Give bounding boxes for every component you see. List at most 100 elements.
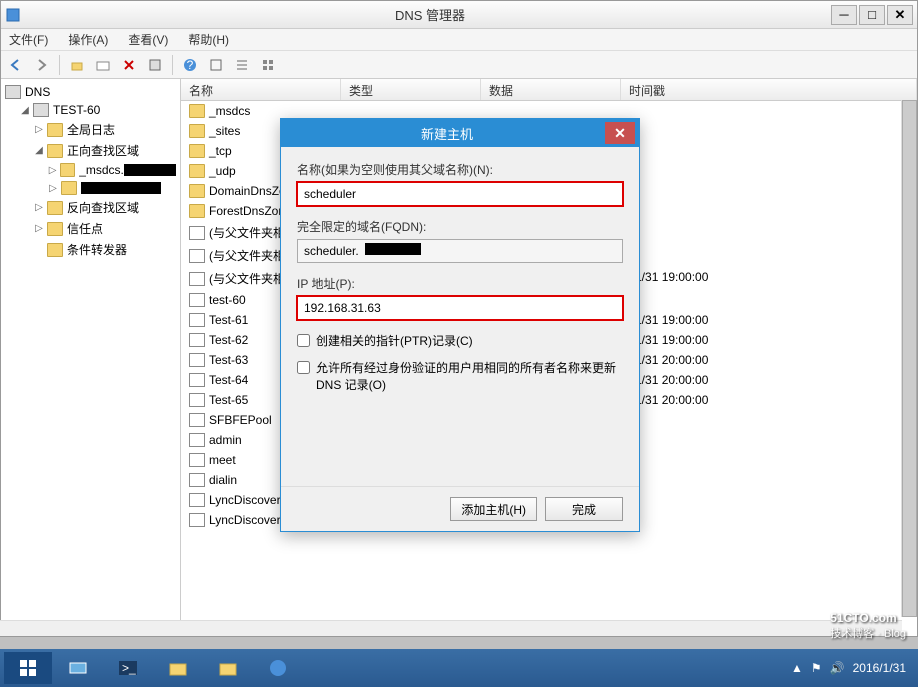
- task-explorer[interactable]: [154, 652, 202, 684]
- properties-button[interactable]: [144, 54, 166, 76]
- folder-icon: [47, 243, 63, 257]
- dialog-buttons: 添加主机(H) 完成: [281, 486, 639, 531]
- menu-file[interactable]: 文件(F): [5, 29, 52, 50]
- expand-icon[interactable]: ▷: [33, 124, 45, 136]
- fqdn-input: [297, 239, 623, 263]
- tree-conditional-forwarders[interactable]: 条件转发器: [5, 239, 176, 260]
- scrollbar-thumb[interactable]: [902, 100, 917, 617]
- name-input[interactable]: [297, 182, 623, 206]
- auth-checkbox[interactable]: [297, 361, 310, 374]
- folder-icon: [189, 204, 205, 218]
- dialog-title: 新建主机: [289, 124, 605, 143]
- column-data[interactable]: 数据: [481, 79, 621, 100]
- file-icon: [189, 413, 205, 427]
- dialog-titlebar[interactable]: 新建主机 ✕: [281, 119, 639, 147]
- tray-flag-icon[interactable]: ▲: [791, 661, 803, 675]
- menu-help[interactable]: 帮助(H): [184, 29, 233, 50]
- new-host-dialog: 新建主机 ✕ 名称(如果为空则使用其父域名称)(N): 完全限定的域名(FQDN…: [280, 118, 640, 532]
- ptr-checkbox[interactable]: [297, 334, 310, 347]
- window-title: DNS 管理器: [29, 5, 831, 24]
- add-host-button[interactable]: 添加主机(H): [450, 497, 537, 521]
- grid-button[interactable]: [257, 54, 279, 76]
- tree-panel[interactable]: DNS ◢ TEST-60 ▷ 全局日志 ◢ 正向查找区域 ▷ _msdcs.: [1, 79, 181, 636]
- file-icon: [189, 433, 205, 447]
- folder-icon: [189, 144, 205, 158]
- tree-trust-points[interactable]: ▷ 信任点: [5, 218, 176, 239]
- list-header: 名称 类型 数据 时间戳: [181, 79, 917, 101]
- start-button[interactable]: [4, 652, 52, 684]
- file-icon: [189, 272, 205, 286]
- folder-icon: [61, 181, 77, 195]
- file-icon: [189, 313, 205, 327]
- ip-input[interactable]: [297, 296, 623, 320]
- expand-icon[interactable]: ▷: [47, 182, 59, 194]
- horizontal-scrollbar[interactable]: [0, 620, 902, 636]
- dns-icon: [5, 85, 21, 99]
- ip-label: IP 地址(P):: [297, 275, 623, 292]
- task-explorer-2[interactable]: [204, 652, 252, 684]
- collapse-icon[interactable]: ◢: [33, 145, 45, 157]
- column-name[interactable]: 名称: [181, 79, 341, 100]
- column-timestamp[interactable]: 时间戳: [621, 79, 917, 100]
- tray-network-icon[interactable]: 🔊: [830, 661, 845, 675]
- back-button[interactable]: [5, 54, 27, 76]
- file-icon: [189, 453, 205, 467]
- forward-button[interactable]: [31, 54, 53, 76]
- expand-icon[interactable]: ▷: [33, 223, 45, 235]
- server-icon: [33, 103, 49, 117]
- refresh-button[interactable]: [205, 54, 227, 76]
- task-server-manager[interactable]: [54, 652, 102, 684]
- toolbar: ?: [1, 51, 917, 79]
- column-type[interactable]: 类型: [341, 79, 481, 100]
- dialog-close-button[interactable]: ✕: [605, 122, 635, 144]
- file-icon: [189, 353, 205, 367]
- file-icon: [189, 293, 205, 307]
- titlebar: DNS 管理器 ─ □ ✕: [1, 1, 917, 29]
- close-button[interactable]: ✕: [887, 5, 913, 25]
- folder-icon: [47, 201, 63, 215]
- folder-icon: [47, 123, 63, 137]
- taskbar: >_ ▲ ⚑ 🔊 2016/1/31: [0, 649, 918, 687]
- done-button[interactable]: 完成: [545, 497, 623, 521]
- delete-button[interactable]: [118, 54, 140, 76]
- help-button[interactable]: ?: [179, 54, 201, 76]
- menu-action[interactable]: 操作(A): [64, 29, 112, 50]
- tree-server[interactable]: ◢ TEST-60: [5, 101, 176, 119]
- folder-icon: [189, 104, 205, 118]
- system-tray[interactable]: ▲ ⚑ 🔊 2016/1/31: [791, 661, 914, 675]
- up-button[interactable]: [66, 54, 88, 76]
- redacted-text: [365, 243, 421, 255]
- folder-icon: [60, 163, 75, 177]
- folder-icon: [189, 164, 205, 178]
- tray-flag-icon[interactable]: ⚑: [811, 661, 822, 675]
- folder-button[interactable]: [92, 54, 114, 76]
- tree-forward-zones[interactable]: ◢ 正向查找区域: [5, 140, 176, 161]
- expand-icon[interactable]: ▷: [33, 202, 45, 214]
- folder-icon: [189, 124, 205, 138]
- expand-icon[interactable]: ▷: [47, 164, 58, 176]
- file-icon: [189, 513, 205, 527]
- task-powershell[interactable]: >_: [104, 652, 152, 684]
- minimize-button[interactable]: ─: [831, 5, 857, 25]
- file-icon: [189, 373, 205, 387]
- tree-root-dns[interactable]: DNS: [5, 83, 176, 101]
- menubar: 文件(F) 操作(A) 查看(V) 帮助(H): [1, 29, 917, 51]
- name-label: 名称(如果为空则使用其父域名称)(N):: [297, 161, 623, 178]
- vertical-scrollbar[interactable]: [901, 100, 917, 617]
- tree-global-logs[interactable]: ▷ 全局日志: [5, 119, 176, 140]
- maximize-button[interactable]: □: [859, 5, 885, 25]
- collapse-icon[interactable]: ◢: [19, 104, 31, 116]
- tray-clock[interactable]: 2016/1/31: [853, 661, 906, 675]
- menu-view[interactable]: 查看(V): [124, 29, 172, 50]
- redacted-text: [124, 164, 176, 176]
- list-button[interactable]: [231, 54, 253, 76]
- svg-text:?: ?: [187, 58, 194, 72]
- file-icon: [189, 333, 205, 347]
- file-icon: [189, 393, 205, 407]
- tree-msdcs[interactable]: ▷ _msdcs.: [5, 161, 176, 179]
- tree-reverse-zones[interactable]: ▷ 反向查找区域: [5, 197, 176, 218]
- tree-domain-redacted[interactable]: ▷: [5, 179, 176, 197]
- folder-icon: [47, 222, 63, 236]
- task-dns[interactable]: [254, 652, 302, 684]
- file-icon: [189, 226, 205, 240]
